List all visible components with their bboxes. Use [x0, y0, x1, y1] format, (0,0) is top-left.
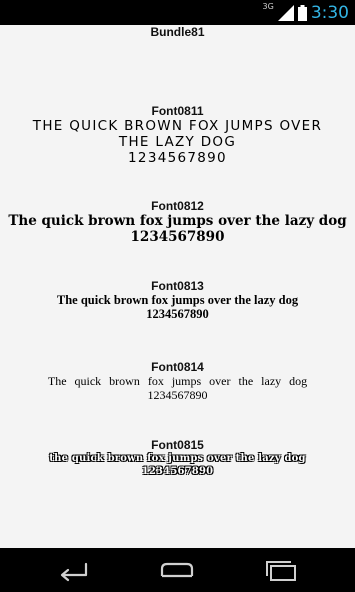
font-sample-line: The quick brown fox jumps over the lazy … [47, 374, 308, 388]
status-bar: 3G 3:30 [0, 0, 355, 25]
font-sample-line: THE LAZY DOG [118, 134, 237, 150]
status-icons: 3G 3:30 [263, 0, 349, 25]
font-item-0814[interactable]: Font0814 The quick brown fox jumps over … [0, 360, 355, 402]
recents-icon[interactable] [264, 558, 300, 582]
network-type-label: 3G [262, 2, 274, 11]
font-name: Font0811 [151, 104, 204, 118]
font-sample-line: THE QUICK BROWN FOX JUMPS OVER [32, 118, 323, 134]
font-sample-digits: 1234567890 [146, 307, 209, 321]
bundle-title: Bundle81 [150, 25, 205, 39]
back-icon[interactable] [56, 558, 92, 582]
font-sample-digits: 1234567890 [147, 388, 208, 402]
font-sample-digits: 1234567890 [130, 229, 225, 245]
font-item-0813[interactable]: Font0813 The quick brown fox jumps over … [0, 279, 355, 321]
signal-icon [277, 4, 294, 21]
font-item-0811[interactable]: Font0811 THE QUICK BROWN FOX JUMPS OVER … [0, 104, 355, 166]
font-sample-digits: 1234567890 [141, 466, 214, 477]
home-icon[interactable] [159, 558, 195, 582]
font-name: Font0814 [151, 360, 204, 374]
font-item-0815[interactable]: Font0815 the quick brown fox jumps over … [0, 438, 355, 478]
font-name: Font0813 [151, 279, 204, 293]
font-preview-list[interactable]: Bundle81 Font0811 THE QUICK BROWN FOX JU… [0, 25, 355, 548]
font-sample-line: the quick brown fox jumps over the lazy … [49, 453, 306, 464]
clock: 3:30 [310, 2, 349, 23]
font-sample-digits: 1234567890 [128, 150, 227, 166]
font-sample-line: The quick brown fox jumps over the lazy … [56, 293, 299, 307]
font-item-0812[interactable]: Font0812 The quick brown fox jumps over … [0, 199, 355, 245]
navigation-bar [0, 548, 355, 592]
font-name: Font0812 [151, 199, 204, 213]
font-name: Font0815 [151, 438, 204, 452]
font-sample-line: The quick brown fox jumps over the lazy … [8, 213, 347, 229]
battery-icon [297, 4, 307, 21]
